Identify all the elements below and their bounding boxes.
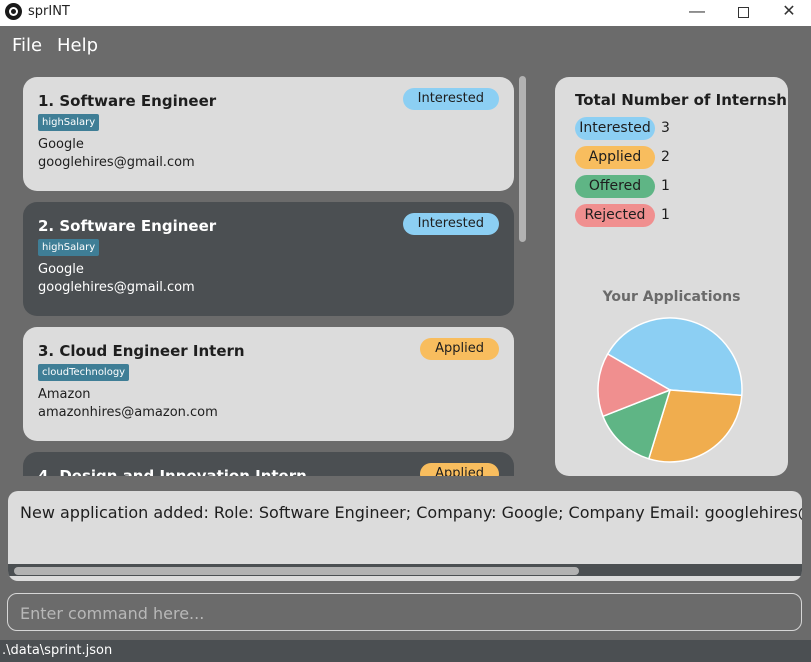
menu-file[interactable]: File bbox=[12, 35, 42, 56]
data-file-path: .\data\sprint.json bbox=[2, 643, 113, 658]
application-company: Amazon bbox=[38, 387, 91, 402]
result-display: New application added: Role: Software En… bbox=[8, 491, 802, 581]
stat-count: 2 bbox=[661, 149, 670, 165]
list-scrollbar-thumb[interactable] bbox=[519, 76, 526, 242]
application-card-selected[interactable]: 2. Software Engineer highSalary Google g… bbox=[23, 202, 514, 316]
application-list[interactable]: 1. Software Engineer highSalary Google g… bbox=[14, 70, 534, 476]
close-button[interactable]: ✕ bbox=[766, 0, 811, 26]
window-title: sprINT bbox=[28, 4, 70, 19]
statistics-panel: Total Number of Internshi... Interested … bbox=[555, 77, 788, 476]
status-badge: Interested bbox=[402, 88, 499, 110]
stat-label: Offered bbox=[575, 175, 655, 198]
command-input[interactable] bbox=[20, 602, 790, 624]
status-badge: Interested bbox=[402, 213, 499, 235]
application-email: amazonhires@amazon.com bbox=[38, 405, 218, 420]
statistics-title: Total Number of Internshi... bbox=[575, 91, 788, 109]
menu-help[interactable]: Help bbox=[57, 35, 98, 56]
application-card[interactable]: 3. Cloud Engineer Intern cloudTechnology… bbox=[23, 327, 514, 441]
application-tag: cloudTechnology bbox=[38, 364, 130, 381]
result-message: New application added: Role: Software En… bbox=[20, 503, 802, 522]
application-tag: highSalary bbox=[38, 239, 100, 256]
chart-title: Your Applications bbox=[602, 289, 741, 305]
application-tag: highSalary bbox=[38, 114, 100, 131]
application-email: googlehires@gmail.com bbox=[38, 280, 195, 295]
applications-pie-chart bbox=[597, 317, 743, 463]
maximize-icon bbox=[737, 7, 749, 18]
stat-count: 1 bbox=[661, 207, 670, 223]
stat-count: 1 bbox=[661, 178, 670, 194]
application-title: 3. Cloud Engineer Intern bbox=[38, 342, 245, 360]
application-company: Google bbox=[38, 137, 84, 152]
stat-label: Applied bbox=[575, 146, 655, 169]
stat-count: 3 bbox=[661, 120, 670, 136]
application-title: 4. Design and Innovation Intern bbox=[38, 467, 307, 476]
title-bar: sprINT — ✕ bbox=[0, 0, 811, 26]
status-badge: Applied bbox=[420, 338, 499, 360]
application-title: 2. Software Engineer bbox=[38, 217, 217, 235]
application-card[interactable]: 4. Design and Innovation Intern Applied bbox=[23, 452, 514, 476]
status-badge: Applied bbox=[420, 463, 499, 476]
stat-label: Rejected bbox=[575, 204, 655, 227]
command-box[interactable] bbox=[7, 593, 802, 631]
app-logo-icon bbox=[5, 3, 22, 20]
stat-label: Interested bbox=[575, 117, 655, 140]
application-card[interactable]: 1. Software Engineer highSalary Google g… bbox=[23, 77, 514, 191]
menu-bar: File Help bbox=[0, 26, 811, 62]
result-scrollbar-thumb[interactable] bbox=[14, 567, 579, 575]
maximize-button[interactable] bbox=[720, 0, 766, 26]
minimize-button[interactable]: — bbox=[674, 0, 720, 26]
application-company: Google bbox=[38, 262, 84, 277]
application-title: 1. Software Engineer bbox=[38, 92, 217, 110]
application-email: googlehires@gmail.com bbox=[38, 155, 195, 170]
status-bar: .\data\sprint.json bbox=[0, 640, 811, 662]
